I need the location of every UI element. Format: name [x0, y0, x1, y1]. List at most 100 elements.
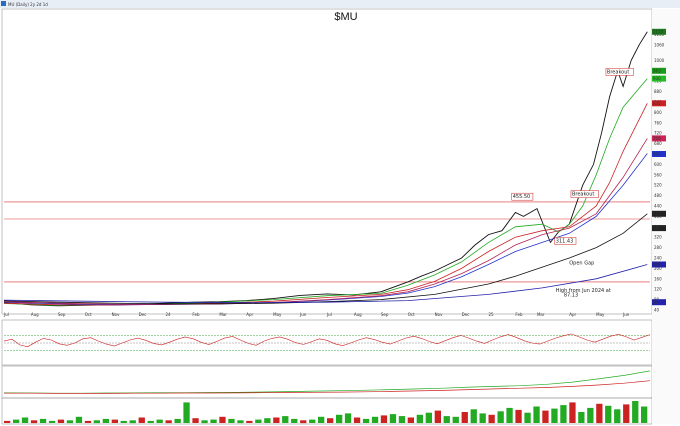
volume-bar-42: [380, 415, 388, 423]
volume-bar-28: [255, 419, 262, 423]
x-tick-21: Apr: [569, 312, 576, 317]
price-tick-19: 320: [654, 235, 662, 240]
price-layer: [3, 31, 650, 307]
volume-bar-55: [497, 411, 504, 423]
x-tick-18: 25: [489, 312, 495, 317]
volume-bar-30: [273, 417, 280, 423]
volume-bar-1: [13, 419, 20, 423]
volume-bar-51: [461, 412, 468, 423]
x-tick-19: Feb: [515, 312, 523, 317]
volume-bar-67: [605, 405, 612, 423]
volume-bar-65: [587, 407, 594, 423]
price-panel-frame: [1, 8, 653, 315]
volume-bar-71: [641, 406, 648, 423]
annotation-2: 455.50: [513, 194, 531, 200]
price-tick-2: 1000: [654, 58, 665, 63]
x-tick-16: Nov: [435, 312, 443, 317]
chart-title: $MU: [334, 11, 357, 23]
volume-bar-21: [192, 418, 199, 423]
price-badge-text-9: 70: [653, 300, 659, 305]
x-tick-2: Sep: [58, 312, 66, 317]
x-tick-14: Sep: [381, 312, 389, 317]
volume-bar-4: [39, 418, 47, 423]
volume-bar-61: [551, 408, 558, 423]
volume-bar-32: [291, 418, 298, 423]
volume-bar-37: [336, 414, 343, 424]
volume-bar-20: [183, 402, 190, 423]
volume-bar-44: [398, 416, 406, 423]
volume-bar-64: [578, 412, 585, 423]
x-tick-10: May: [273, 312, 282, 317]
series-line-5: [3, 213, 648, 305]
volume-bar-60: [542, 410, 549, 423]
price-badge-text-1: 963: [653, 68, 661, 73]
x-tick-13: Aug: [354, 312, 362, 317]
x-tick-3: Oct: [85, 312, 92, 317]
volume-bar-39: [353, 417, 361, 423]
volume-bar-10: [93, 420, 100, 424]
volume-bar-70: [632, 401, 639, 423]
volume-bar-40: [362, 418, 370, 423]
volume-bar-68: [614, 409, 621, 424]
volume-bar-43: [389, 414, 397, 423]
volume-bar-62: [560, 405, 567, 423]
volume-bar-11: [102, 418, 109, 423]
x-tick-22: May: [596, 312, 605, 317]
volume-bar-66: [596, 403, 603, 424]
volume-bar-35: [318, 416, 325, 423]
rsi-line: [3, 333, 651, 348]
relative-line-red: [4, 380, 651, 394]
price-tick-26: 40: [654, 308, 660, 313]
volume-bar-52: [470, 409, 477, 424]
volume-bar-46: [416, 414, 423, 424]
price-tick-21: 240: [654, 256, 662, 261]
price-badge-text-5: 642: [653, 152, 661, 157]
volume-bar-69: [623, 404, 630, 423]
volume-bar-47: [425, 412, 432, 423]
volume-bar-2: [21, 417, 29, 423]
volume-bar-17: [156, 419, 163, 423]
volume-bar-29: [264, 418, 271, 423]
x-tick-23: Jun: [622, 312, 630, 317]
volume-bar-41: [371, 416, 379, 423]
x-tick-0: Jul: [3, 312, 9, 317]
price-chart: MU (Daily) 2y 2d 1d $MU 1100106010009609…: [0, 0, 680, 425]
x-tick-7: Feb: [192, 312, 200, 317]
volume-bar-16: [147, 420, 154, 423]
x-tick-1: Aug: [31, 312, 39, 317]
relative-layer: [3, 370, 651, 394]
volume-bar-31: [282, 416, 289, 423]
volume-bar-57: [515, 409, 522, 423]
price-tick-9: 720: [654, 131, 662, 136]
series-line-1: [3, 78, 648, 306]
x-tick-8: Mar: [219, 312, 227, 317]
volume-bar-15: [138, 417, 145, 423]
volume-layer: [4, 401, 648, 424]
x-tick-12: Jul: [326, 312, 332, 317]
series-line-6: [3, 264, 648, 304]
volume-bar-0: [4, 420, 11, 423]
volume-bar-53: [479, 413, 486, 423]
volume-bar-54: [488, 414, 495, 424]
price-badge-text-3: 835: [653, 101, 661, 106]
volume-bar-25: [228, 418, 235, 423]
volume-bar-3: [30, 420, 38, 424]
price-badge-text-8: 215: [653, 262, 661, 267]
volume-bar-7: [66, 420, 74, 424]
volume-bar-8: [75, 416, 83, 423]
volume-bar-59: [533, 406, 540, 423]
annotation-0: Breakout: [607, 69, 629, 75]
series-line-4: [3, 138, 648, 305]
x-tick-9: Apr: [246, 312, 253, 317]
rsi-panel-frame: [1, 319, 653, 366]
price-badge-text-6: 410: [653, 211, 661, 216]
volume-bar-26: [237, 420, 244, 424]
volume-bar-18: [165, 420, 172, 424]
volume-bar-24: [219, 416, 226, 423]
title-bar: [0, 0, 680, 8]
volume-bar-33: [300, 420, 307, 424]
rsi-layer: [3, 333, 651, 351]
volume-bar-56: [506, 407, 513, 423]
price-tick-12: 600: [654, 162, 662, 167]
price-tick-24: 120: [654, 287, 662, 292]
